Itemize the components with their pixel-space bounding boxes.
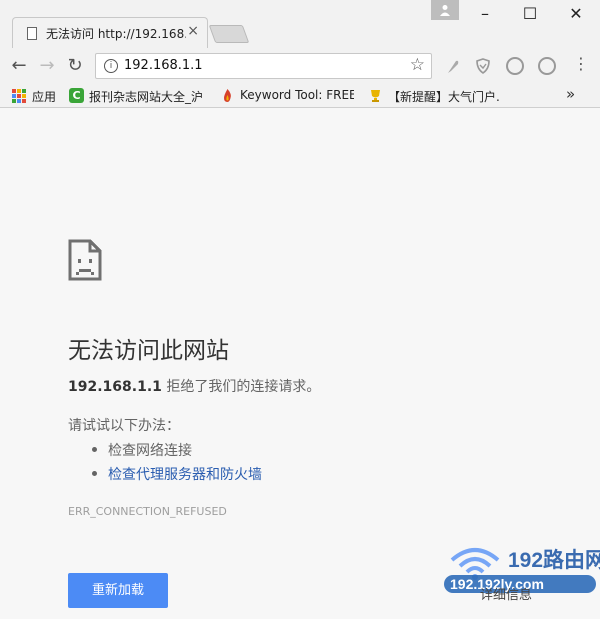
bookmark-label: Keyword Tool: FREE [240,88,354,102]
bookmark-label: 应用 [32,90,57,104]
details-button[interactable]: 详细信息 [480,584,532,603]
minimize-button[interactable]: – [470,4,500,24]
bookmark-item-2[interactable]: Keyword Tool: FREE [220,87,356,105]
error-title: 无法访问此网站 [68,338,229,364]
tab-active[interactable]: 无法访问 http://192.168.1.1/ × [12,17,208,48]
flame-icon [224,89,231,102]
tab-close-icon[interactable]: × [187,23,199,39]
address-bar[interactable]: i 192.168.1.1 ☆ [95,53,432,79]
suggestions-heading: 请试试以下办法： [68,418,180,434]
bookmark-item-3[interactable]: 【新提醒】大气门户. [368,87,508,105]
page-icon [27,27,37,40]
error-page: 无法访问此网站 192.168.1.1 拒绝了我们的连接请求。 请试试以下办法：… [0,109,600,619]
bookmarks-bar: 应用 C 报刊杂志网站大全_沪 Keyword Tool: FREE 【新提醒】… [0,84,600,108]
new-tab-button[interactable] [208,25,250,43]
forward-button[interactable]: → [35,54,59,78]
bookmark-item-1[interactable]: C 报刊杂志网站大全_沪 [69,87,209,105]
close-window-button[interactable]: ✕ [561,4,591,24]
menu-icon[interactable]: ⋮ [573,54,589,73]
extension-feather-icon[interactable] [444,57,462,75]
extension-circle-icon-2[interactable] [538,57,556,75]
person-icon [440,5,450,16]
maximize-button[interactable]: ☐ [515,4,545,24]
back-button[interactable]: ← [7,54,31,78]
info-icon[interactable]: i [104,59,118,73]
extension-circle-icon[interactable] [506,57,524,75]
watermark-brand: 192路由网 [508,549,600,572]
reload-icon-button[interactable]: ↻ [63,54,87,78]
sad-page-icon [68,239,102,281]
bookmark-label: 报刊杂志网站大全_沪 [89,90,204,104]
tab-strip: 无法访问 http://192.168.1.1/ × – ☐ ✕ [0,0,600,48]
error-message-text: 拒绝了我们的连接请求。 [166,379,321,395]
reload-button[interactable]: 重新加载 [68,573,168,608]
trophy-icon [371,90,380,102]
green-c-icon: C [69,88,84,103]
error-message: 192.168.1.1 拒绝了我们的连接请求。 [68,376,320,396]
tab-title: 无法访问 http://192.168.1.1/ [46,27,186,41]
error-code: ERR_CONNECTION_REFUSED [68,505,227,518]
apps-grid-icon [12,89,26,103]
error-host: 192.168.1.1 [68,379,162,395]
url-text[interactable]: 192.168.1.1 [124,58,203,73]
suggestion-check-proxy-link[interactable]: 检查代理服务器和防火墙 [92,464,262,484]
toolbar: ← → ↻ i 192.168.1.1 ☆ ⋮ [0,48,600,84]
bookmark-apps[interactable]: 应用 [12,87,62,105]
suggestion-check-network: 检查网络连接 [92,440,192,460]
bookmark-label: 【新提醒】大气门户. [388,90,500,104]
extension-shield-icon[interactable] [474,57,492,75]
profile-button[interactable] [431,0,459,20]
bookmarks-overflow-button[interactable]: » [566,85,575,103]
bookmark-star-icon[interactable]: ☆ [410,55,425,75]
